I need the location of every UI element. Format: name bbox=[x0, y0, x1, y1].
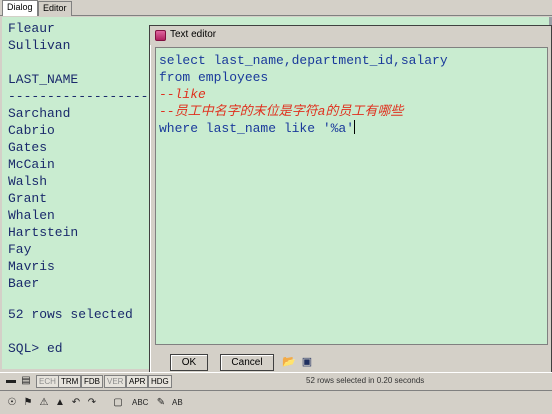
output-line: Gates bbox=[8, 140, 48, 155]
status-text: 52 rows selected in 0.20 seconds bbox=[306, 376, 425, 385]
spell-check-icon[interactable]: ABC bbox=[132, 396, 148, 410]
editor-titlebar[interactable]: Text editor bbox=[150, 26, 551, 45]
output-line: Baer bbox=[8, 276, 40, 291]
output-line: Mavris bbox=[8, 259, 55, 274]
options-toolbar: ▬ ▤ ECH TRM FDB VER APR HDG 52 rows sele… bbox=[0, 372, 552, 389]
output-line: Cabrio bbox=[8, 123, 55, 138]
window-icon: ▬ bbox=[6, 375, 16, 386]
sql-edit-area[interactable]: select last_name,department_id,salary fr… bbox=[155, 47, 548, 345]
output-line: Whalen bbox=[8, 208, 55, 223]
toggle-ver[interactable]: VER bbox=[104, 375, 127, 388]
tab-editor[interactable]: Editor bbox=[38, 1, 72, 16]
code-comment-line: --员工中名字的末位是字符a的员工有哪些 bbox=[159, 104, 404, 119]
binoculars-icon[interactable]: ☉ bbox=[6, 396, 18, 410]
toggle-trm[interactable]: TRM bbox=[58, 375, 82, 388]
code-line-current: where last_name like '%a' bbox=[159, 120, 356, 137]
font-icon[interactable]: ✎ bbox=[155, 396, 167, 410]
warning-icon[interactable]: ⚠ bbox=[38, 396, 50, 410]
output-line: McCain bbox=[8, 157, 55, 172]
cancel-button[interactable]: Cancel bbox=[220, 354, 274, 371]
sql-prompt-line[interactable]: SQL> ed bbox=[8, 340, 63, 357]
output-line: Walsh bbox=[8, 174, 48, 189]
clear-icon[interactable]: ▢ bbox=[112, 396, 124, 410]
output-line: Fleaur bbox=[8, 21, 55, 36]
text-caret bbox=[354, 120, 356, 134]
case-icon[interactable]: AB bbox=[172, 396, 183, 410]
code-line: from employees bbox=[159, 70, 269, 85]
output-line: LAST_NAME bbox=[8, 72, 79, 87]
flag-icon[interactable]: ▲ bbox=[54, 396, 66, 410]
undo-icon[interactable]: ↶ bbox=[70, 396, 82, 410]
editor-title: Text editor bbox=[170, 29, 217, 40]
code-line-text: where last_name like '%a' bbox=[159, 121, 355, 136]
output-line: Sullivan bbox=[8, 38, 71, 53]
open-folder-icon[interactable]: 📂 bbox=[282, 355, 296, 369]
output-line: Hartstein bbox=[8, 225, 79, 240]
output-line: Grant bbox=[8, 191, 48, 206]
output-line: Fay bbox=[8, 242, 32, 257]
tools-toolbar: ☉ ⚑ ⚠ ▲ ↶ ↷ ▢ ABC ✎ AB bbox=[0, 390, 552, 414]
spool-icon[interactable]: ▤ bbox=[20, 374, 32, 388]
save-icon[interactable]: ▣ bbox=[300, 355, 314, 369]
tab-dialog[interactable]: Dialog bbox=[2, 0, 38, 16]
find-icon[interactable]: ⚑ bbox=[22, 396, 34, 410]
output-line: Sarchand bbox=[8, 106, 71, 121]
text-editor-window: Text editor select last_name,department_… bbox=[149, 25, 552, 374]
toggle-fdb[interactable]: FDB bbox=[81, 375, 103, 388]
toggle-apr[interactable]: APR bbox=[126, 375, 149, 388]
toggle-ech[interactable]: ECH bbox=[36, 375, 59, 388]
redo-icon[interactable]: ↷ bbox=[86, 396, 98, 410]
tab-strip: Dialog Editor bbox=[0, 0, 552, 16]
toggle-hdg[interactable]: HDG bbox=[148, 375, 172, 388]
code-comment-line: --like bbox=[159, 87, 206, 102]
rows-selected-line: 52 rows selected bbox=[8, 307, 133, 322]
editor-app-icon bbox=[155, 30, 166, 41]
ok-button[interactable]: OK bbox=[170, 354, 208, 371]
code-line: select last_name,department_id,salary bbox=[159, 53, 448, 68]
